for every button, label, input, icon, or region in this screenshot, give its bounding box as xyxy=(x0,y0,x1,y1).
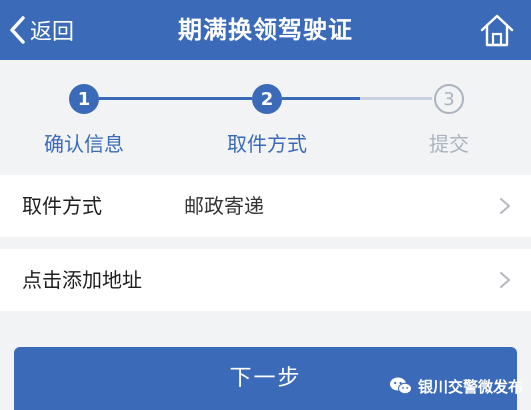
chevron-right-icon xyxy=(500,198,510,214)
chevron-right-icon xyxy=(500,272,510,288)
watermark: 银川交警微发布 xyxy=(389,372,523,400)
progress-stepper: 1 2 3 确认信息 取件方式 提交 xyxy=(0,60,531,172)
add-address-label: 点击添加地址 xyxy=(22,268,142,292)
step-1-label: 确认信息 xyxy=(44,132,124,156)
step-2-circle: 2 xyxy=(252,84,282,114)
step-2-number: 2 xyxy=(260,88,274,110)
step-3-circle: 3 xyxy=(434,84,464,114)
step-3-label: 提交 xyxy=(429,132,469,156)
watermark-text: 银川交警微发布 xyxy=(417,377,523,396)
top-navigation-bar: 返回 期满换领驾驶证 xyxy=(0,0,531,60)
page-title: 期满换领驾驶证 xyxy=(178,16,353,44)
pickup-method-value: 邮政寄递 xyxy=(184,194,264,218)
step-1-number: 1 xyxy=(77,88,91,110)
step-2-label: 取件方式 xyxy=(227,132,307,156)
step-connector-2-progress xyxy=(282,97,360,100)
back-label: 返回 xyxy=(30,20,75,45)
step-connector-1-2 xyxy=(99,97,252,100)
wechat-icon xyxy=(389,377,412,395)
step-1-circle: 1 xyxy=(69,84,99,114)
add-address-row[interactable]: 点击添加地址 xyxy=(0,249,531,311)
pickup-method-row[interactable]: 取件方式 邮政寄递 xyxy=(0,175,531,237)
step-3-number: 3 xyxy=(443,88,455,110)
home-button[interactable] xyxy=(479,12,515,48)
chevron-left-icon xyxy=(10,16,25,44)
back-button[interactable]: 返回 xyxy=(8,0,74,60)
step-connector-2-3 xyxy=(360,97,432,100)
home-icon xyxy=(480,14,514,47)
pickup-method-label: 取件方式 xyxy=(22,194,102,218)
